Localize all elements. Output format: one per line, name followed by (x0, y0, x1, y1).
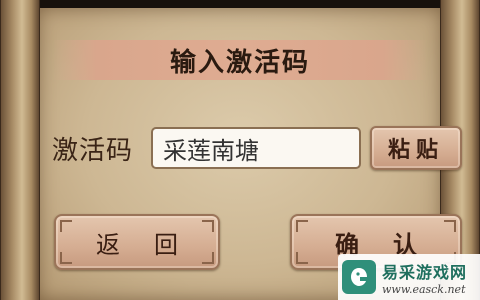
corner-ornament (444, 220, 456, 232)
paste-button[interactable]: 粘贴 (370, 126, 462, 170)
scroll-rod-left (0, 0, 40, 300)
watermark-text: 易采游戏网 www.easck.net (382, 259, 467, 296)
title-banner: 输入激活码 (52, 40, 428, 80)
activation-code-dialog: 输入激活码 激活码 粘贴 返回 确认 易采游戏网 www.easck.net (0, 0, 480, 300)
corner-ornament (202, 220, 214, 232)
watermark-url: www.easck.net (382, 282, 466, 296)
corner-ornament (60, 252, 72, 264)
activation-code-label: 激活码 (52, 136, 134, 166)
dialog-title: 输入激活码 (169, 47, 310, 78)
watermark-name: 易采游戏网 (382, 262, 468, 282)
corner-ornament (296, 220, 308, 232)
back-button[interactable]: 返回 (54, 214, 220, 270)
corner-ornament (202, 252, 214, 264)
corner-ornament (296, 252, 308, 264)
corner-ornament (60, 220, 72, 232)
site-watermark: 易采游戏网 www.easck.net (338, 254, 480, 300)
watermark-logo-icon (342, 260, 376, 294)
activation-code-input[interactable] (151, 127, 361, 169)
paste-button-label: 粘贴 (387, 138, 444, 163)
back-button-label: 返回 (96, 230, 212, 259)
